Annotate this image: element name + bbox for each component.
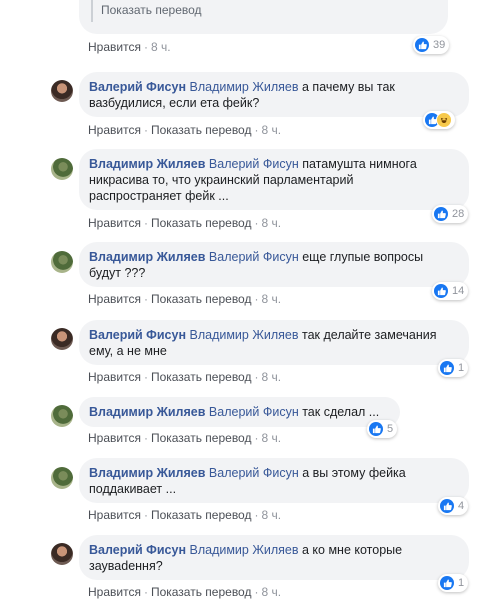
comment-author[interactable]: Владимир Жиляев bbox=[89, 250, 205, 264]
comment-text: никрасива то, что украинский парламентар… bbox=[89, 173, 354, 187]
like-icon bbox=[440, 499, 454, 513]
show-translation-link[interactable]: Показать перевод bbox=[151, 431, 252, 445]
avatar[interactable] bbox=[51, 80, 73, 102]
like-icon bbox=[440, 361, 454, 375]
comment-mention[interactable]: Валерий Фисун bbox=[209, 466, 299, 480]
comment-author[interactable]: Валерий Фисун bbox=[89, 80, 186, 94]
comment-mention[interactable]: Валерий Фисун bbox=[209, 157, 299, 171]
comment-actions: Нравится · Показать перевод · 8 ч. bbox=[88, 292, 282, 306]
comment-actions: Нравится · Показать перевод · 8 ч. bbox=[88, 431, 282, 445]
show-translation-link[interactable]: Показать перевод bbox=[151, 585, 252, 599]
avatar[interactable] bbox=[51, 328, 73, 350]
comment-actions: Нравится · Показать перевод · 8 ч. bbox=[88, 370, 282, 384]
avatar[interactable] bbox=[51, 405, 73, 427]
reaction-summary[interactable]: 4 bbox=[438, 497, 469, 515]
show-translation-link[interactable]: Показать перевод bbox=[151, 123, 252, 137]
reaction-summary[interactable] bbox=[423, 111, 455, 129]
like-link[interactable]: Нравится bbox=[88, 292, 141, 306]
reaction-count: 14 bbox=[452, 285, 465, 297]
like-icon bbox=[440, 576, 454, 590]
reaction-count: 5 bbox=[387, 423, 394, 435]
like-link[interactable]: Нравится bbox=[88, 123, 141, 137]
reaction-count: 1 bbox=[458, 362, 465, 374]
comment-bubble: Владимир Жиляев Валерий Фисун еще глупые… bbox=[79, 242, 469, 287]
reaction-count: 28 bbox=[452, 208, 465, 220]
avatar[interactable] bbox=[51, 543, 73, 565]
like-icon bbox=[369, 422, 383, 436]
timestamp[interactable]: 8 ч. bbox=[261, 508, 281, 522]
reaction-summary[interactable]: 5 bbox=[367, 420, 398, 438]
show-translation-link[interactable]: Показать перевод bbox=[151, 292, 252, 306]
comment-text: зауваdення? bbox=[89, 559, 163, 573]
comment-text: патамушта нимнога bbox=[298, 157, 417, 171]
like-link[interactable]: Нравится bbox=[88, 585, 141, 599]
reaction-count: 4 bbox=[458, 500, 465, 512]
comment-author[interactable]: Валерий Фисун bbox=[89, 543, 186, 557]
timestamp[interactable]: 8 ч. bbox=[261, 431, 281, 445]
comment-text: будут ??? bbox=[89, 266, 146, 280]
show-translation-link[interactable]: Показать перевод bbox=[151, 508, 252, 522]
comment-text: а ко мне которые bbox=[298, 543, 403, 557]
comment-mention[interactable]: Валерий Фисун bbox=[209, 405, 299, 419]
timestamp[interactable]: 8 ч. bbox=[261, 370, 281, 384]
comment-author[interactable]: Владимир Жиляев bbox=[89, 405, 205, 419]
comment-text: а вы этому фейка bbox=[298, 466, 406, 480]
comment-text: так делайте замечания bbox=[298, 328, 437, 342]
comment-mention[interactable]: Владимир Жиляев bbox=[189, 328, 298, 342]
reaction-count: 39 bbox=[433, 39, 446, 51]
timestamp[interactable]: 8 ч. bbox=[151, 40, 171, 54]
comment-mention[interactable]: Владимир Жиляев bbox=[189, 80, 298, 94]
timestamp[interactable]: 8 ч. bbox=[261, 292, 281, 306]
comment-text: а пачему вы так bbox=[298, 80, 395, 94]
comment-text: так сделал ... bbox=[298, 405, 380, 419]
show-translation-link[interactable]: Показать перевод bbox=[151, 216, 252, 230]
comment-author[interactable]: Валерий Фисун bbox=[89, 328, 186, 342]
comment-actions: Нравится · 8 ч. bbox=[88, 40, 171, 54]
like-icon bbox=[434, 207, 448, 221]
like-link[interactable]: Нравится bbox=[88, 40, 141, 54]
comment-text: ему, а не мне bbox=[89, 344, 167, 358]
reaction-summary[interactable]: 39 bbox=[413, 36, 450, 54]
avatar[interactable] bbox=[51, 251, 73, 273]
like-link[interactable]: Нравится bbox=[88, 216, 141, 230]
comment-mention[interactable]: Владимир Жиляев bbox=[189, 543, 298, 557]
reaction-summary[interactable]: 28 bbox=[432, 205, 469, 223]
comment-bubble: Валерий Фисун Владимир Жиляев так делайт… bbox=[79, 320, 469, 365]
like-link[interactable]: Нравится bbox=[88, 431, 141, 445]
comment-mention[interactable]: Валерий Фисун bbox=[209, 250, 299, 264]
show-translation-link[interactable]: Показать перевод bbox=[151, 370, 252, 384]
comment-actions: Нравится · Показать перевод · 8 ч. bbox=[88, 508, 282, 522]
like-link[interactable]: Нравится bbox=[88, 508, 141, 522]
avatar[interactable] bbox=[51, 467, 73, 489]
like-link[interactable]: Нравится bbox=[88, 370, 141, 384]
comment-bubble: Валерий Фисун Владимир Жиляев а ко мне к… bbox=[79, 535, 469, 580]
avatar[interactable] bbox=[51, 158, 73, 180]
like-icon bbox=[434, 284, 448, 298]
comment-bubble-partial: Показать перевод bbox=[79, 0, 448, 34]
comment-text: поддакивает ... bbox=[89, 482, 177, 496]
timestamp[interactable]: 8 ч. bbox=[261, 216, 281, 230]
reaction-summary[interactable]: 14 bbox=[432, 282, 469, 300]
comment-bubble: Валерий Фисун Владимир Жиляев а пачему в… bbox=[79, 72, 469, 117]
reaction-summary[interactable]: 1 bbox=[438, 359, 469, 377]
reaction-count: 1 bbox=[458, 577, 465, 589]
like-icon bbox=[415, 38, 429, 52]
comment-actions: Нравится · Показать перевод · 8 ч. bbox=[88, 123, 282, 137]
comment-author[interactable]: Владимир Жиляев bbox=[89, 466, 205, 480]
comment-bubble: Владимир Жиляев Валерий Фисун так сделал… bbox=[79, 397, 400, 427]
timestamp[interactable]: 8 ч. bbox=[261, 585, 281, 599]
comment-actions: Нравится · Показать перевод · 8 ч. bbox=[88, 216, 282, 230]
quote-bar bbox=[91, 0, 93, 22]
comment-text: распространяет фейк ... bbox=[89, 189, 229, 203]
haha-icon bbox=[436, 112, 452, 128]
comment-bubble: Владимир Жиляев Валерий Фисун патамушта … bbox=[79, 149, 469, 210]
timestamp[interactable]: 8 ч. bbox=[261, 123, 281, 137]
comment-author[interactable]: Владимир Жиляев bbox=[89, 157, 205, 171]
show-translation-link[interactable]: Показать перевод bbox=[101, 3, 202, 17]
comment-bubble: Владимир Жиляев Валерий Фисун а вы этому… bbox=[79, 458, 469, 503]
reaction-summary[interactable]: 1 bbox=[438, 574, 469, 592]
comment-actions: Нравится · Показать перевод · 8 ч. bbox=[88, 585, 282, 599]
comment-text: вазбудилися, если ета фейк? bbox=[89, 96, 260, 110]
comment-text: еще глупые вопросы bbox=[298, 250, 424, 264]
